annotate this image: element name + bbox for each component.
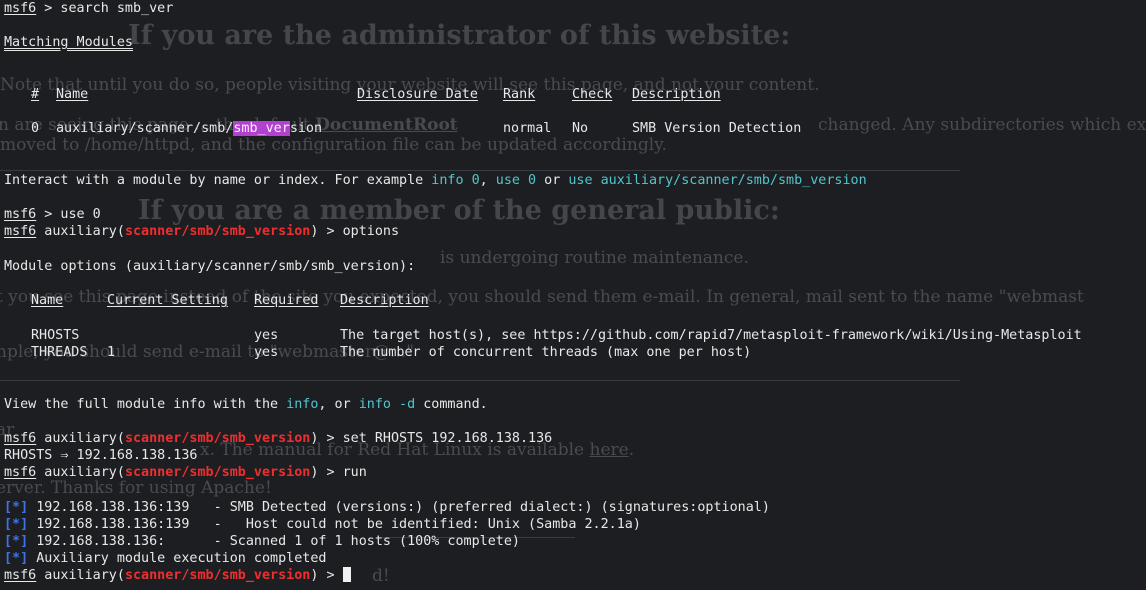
prompt-label: msf6 [4, 431, 37, 446]
result-line: [*] Auxiliary module execution completed [4, 551, 327, 566]
hint-info-d: info -d [358, 397, 416, 412]
option-description: The target host(s), see https://github.c… [340, 328, 1082, 343]
module-path: scanner/smb/smb_version [124, 465, 311, 480]
row-index: 0 [31, 121, 40, 136]
hint-info-0: info 0 [431, 173, 480, 188]
module-name[interactable]: auxiliary/scanner/smb/smb_version [56, 120, 322, 137]
run-command-line: msf6 auxiliary(scanner/smb/smb_version) … [4, 465, 367, 480]
matching-modules-heading: Matching Modules [4, 35, 133, 50]
text-cursor[interactable] [342, 567, 351, 582]
column-header: # [31, 87, 40, 102]
option-setting: 1 [107, 345, 116, 360]
interact-hint-line: Interact with a module by name or index.… [4, 173, 867, 188]
command-text: > search smb_ver [36, 1, 174, 16]
result-line: [*] 192.168.138.136:139 - SMB Detected (… [4, 500, 770, 515]
module-path: scanner/smb/smb_version [124, 431, 311, 446]
column-header: Description [632, 87, 721, 102]
option-required: yes [254, 328, 279, 343]
prompt-label: msf6 [4, 568, 37, 583]
column-header: Disclosure Date [357, 87, 478, 102]
result-line: [*] 192.168.138.136: - Scanned 1 of 1 ho… [4, 534, 520, 549]
column-header: Required [254, 293, 319, 308]
column-header: Name [56, 87, 89, 102]
column-header: Check [572, 87, 613, 102]
hint-use-0: use 0 [495, 173, 537, 188]
final-prompt-line[interactable]: msf6 auxiliary(scanner/smb/smb_version) … [4, 567, 351, 584]
status-marker: [*] [4, 500, 29, 515]
terminal-window[interactable]: msf6 > search smb_ver Matching Modules #… [0, 0, 1146, 590]
option-required: yes [254, 345, 279, 360]
search-table-header: # Name Disclosure Date Rank Check Descri… [0, 86, 1146, 103]
column-header: Name [31, 293, 64, 308]
table-row[interactable]: 0 auxiliary/scanner/smb/smb_version norm… [0, 120, 1146, 137]
prompt-label: msf6 [4, 207, 37, 222]
option-name: RHOSTS [31, 328, 80, 343]
option-description: The number of concurrent threads (max on… [340, 345, 752, 360]
result-line: [*] 192.168.138.136:139 - Host could not… [4, 517, 641, 532]
status-marker: [*] [4, 534, 29, 549]
prompt-label: msf6 [4, 465, 37, 480]
table-row[interactable]: THREADS 1 yes The number of concurrent t… [0, 344, 1146, 361]
prompt-label: msf6 [4, 1, 37, 16]
option-name: THREADS [31, 345, 88, 360]
set-command-line: msf6 auxiliary(scanner/smb/smb_version) … [4, 431, 553, 446]
set-result-line: RHOSTS ⇒ 192.168.138.136 [4, 448, 198, 463]
search-command-line: msf6 > search smb_ver [4, 0, 173, 17]
status-marker: [*] [4, 551, 29, 566]
hint-use-full: use auxiliary/scanner/smb/smb_version [568, 173, 867, 188]
column-header: Description [340, 293, 429, 308]
use-command-line: msf6 > use 0 [4, 207, 101, 222]
module-options-heading: Module options (auxiliary/scanner/smb/sm… [4, 259, 416, 274]
check-value: No [572, 121, 589, 136]
column-header: Current Setting [107, 293, 228, 308]
hint-info: info [286, 397, 319, 412]
rank-value: normal [503, 121, 552, 136]
search-match-highlight: smb_ver [233, 121, 290, 136]
table-row[interactable]: RHOSTS yes The target host(s), see https… [0, 327, 1146, 344]
options-table-header: Name Current Setting Required Descriptio… [0, 292, 1146, 309]
module-path: scanner/smb/smb_version [124, 568, 311, 583]
column-header: Rank [503, 87, 536, 102]
options-command-line: msf6 auxiliary(scanner/smb/smb_version) … [4, 224, 400, 239]
view-info-hint-line: View the full module info with the info,… [4, 397, 488, 412]
prompt-label: msf6 [4, 224, 37, 239]
module-path: scanner/smb/smb_version [124, 224, 311, 239]
status-marker: [*] [4, 517, 29, 532]
description-value: SMB Version Detection [632, 121, 802, 136]
